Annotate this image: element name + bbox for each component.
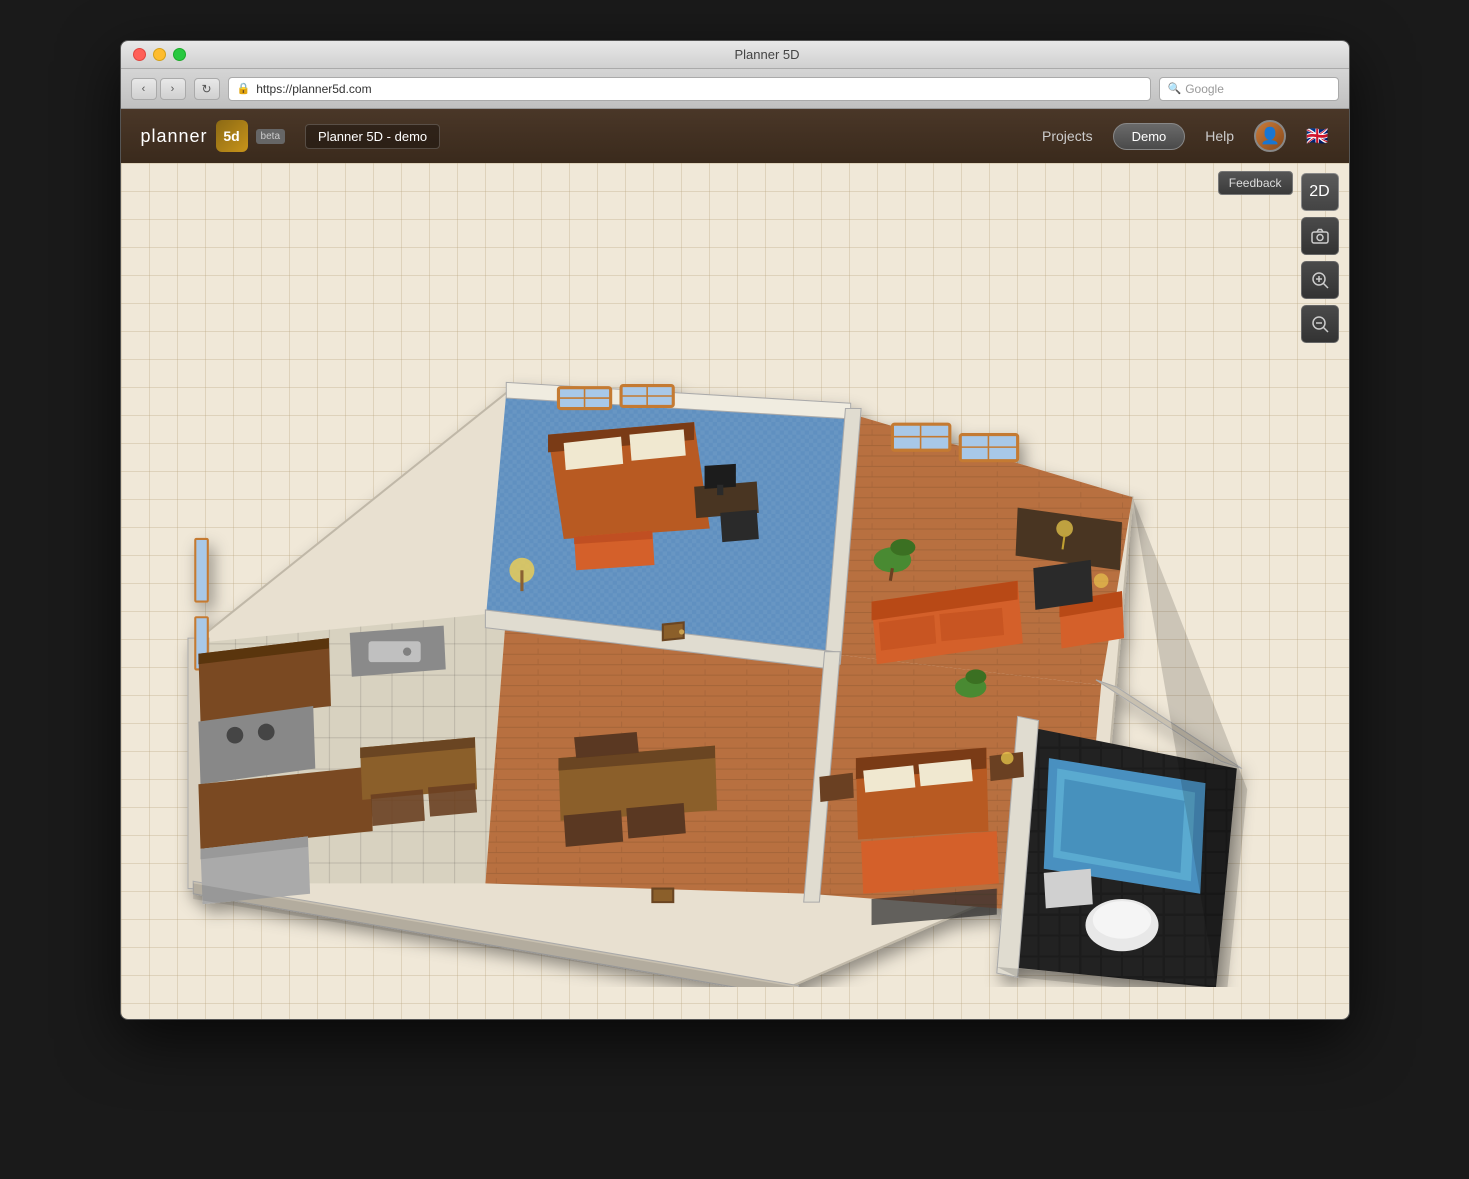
right-toolbar: 2D (1301, 173, 1339, 343)
logo-area: planner 5d beta (141, 120, 286, 152)
logo-text: planner (141, 126, 208, 147)
address-bar[interactable]: 🔒 https://planner5d.com (228, 77, 1151, 101)
zoom-in-button[interactable] (1301, 261, 1339, 299)
app-header: planner 5d beta Planner 5D - demo Projec… (121, 109, 1349, 163)
reload-button[interactable]: ↻ (194, 78, 220, 100)
browser-window: Planner 5D ‹ › ↻ 🔒 https://planner5d.com… (120, 40, 1350, 1020)
camera-button[interactable] (1301, 217, 1339, 255)
nav-help[interactable]: Help (1205, 128, 1234, 144)
title-bar: Planner 5D (121, 41, 1349, 69)
header-nav: Projects Demo Help 👤 🇬🇧 (1042, 120, 1328, 152)
nav-projects[interactable]: Projects (1042, 128, 1093, 144)
nav-demo[interactable]: Demo (1113, 123, 1186, 150)
search-bar[interactable]: 🔍 Google (1159, 77, 1339, 101)
url-text: https://planner5d.com (256, 82, 371, 96)
user-avatar[interactable]: 👤 (1254, 120, 1286, 152)
search-icon: 🔍 (1168, 82, 1182, 95)
traffic-lights (133, 48, 186, 61)
window-title: Planner 5D (198, 47, 1337, 62)
close-button[interactable] (133, 48, 146, 61)
maximize-button[interactable] (173, 48, 186, 61)
canvas-area: Feedback 2D (121, 163, 1349, 1019)
zoom-out-button[interactable] (1301, 305, 1339, 343)
beta-badge: beta (256, 129, 285, 144)
logo-box[interactable]: 5d (216, 120, 248, 152)
back-button[interactable]: ‹ (131, 78, 157, 100)
project-name[interactable]: Planner 5D - demo (305, 124, 440, 149)
2d-button[interactable]: 2D (1301, 173, 1339, 211)
lock-icon: 🔒 (237, 82, 251, 95)
language-flag[interactable]: 🇬🇧 (1306, 126, 1328, 147)
browser-toolbar: ‹ › ↻ 🔒 https://planner5d.com 🔍 Google (121, 69, 1349, 109)
floorplan-area[interactable] (141, 193, 1289, 999)
minimize-button[interactable] (153, 48, 166, 61)
search-placeholder: Google (1185, 82, 1224, 96)
nav-buttons: ‹ › (131, 78, 186, 100)
feedback-button[interactable]: Feedback (1218, 171, 1293, 195)
forward-button[interactable]: › (160, 78, 186, 100)
floorplan-svg (141, 205, 1289, 988)
